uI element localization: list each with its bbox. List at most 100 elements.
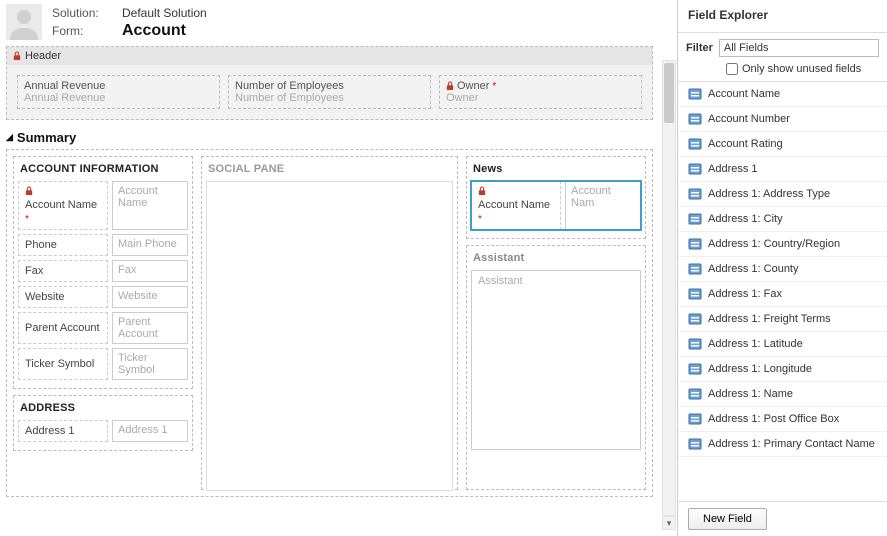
field-name: Account Name — [708, 88, 780, 100]
field-input[interactable]: Fax — [112, 260, 188, 282]
field-list-item[interactable]: Address 1: City — [678, 207, 887, 232]
field-icon — [688, 312, 702, 326]
scrollbar-track[interactable] — [662, 60, 676, 516]
field-label: Fax — [18, 260, 108, 282]
solution-label: Solution: — [52, 4, 112, 22]
field-input[interactable]: Address 1 — [112, 420, 188, 442]
field-list-item[interactable]: Address 1: Longitude — [678, 357, 887, 382]
field-name: Address 1: Country/Region — [708, 238, 840, 250]
header-field[interactable]: Owner*Owner — [439, 75, 642, 109]
field-list-item[interactable]: Address 1: Name — [678, 382, 887, 407]
field-list-item[interactable]: Address 1: Address Type — [678, 182, 887, 207]
lock-icon — [446, 81, 454, 91]
header-title-text: Header — [25, 50, 61, 62]
social-pane-control[interactable] — [206, 181, 453, 491]
field-cell[interactable]: Account Name*Account Name — [18, 181, 188, 230]
field-list-item[interactable]: Address 1: Primary Contact Name — [678, 432, 887, 457]
field-icon — [688, 387, 702, 401]
lock-icon — [478, 186, 486, 196]
field-list-item[interactable]: Address 1: Freight Terms — [678, 307, 887, 332]
field-input[interactable]: Website — [112, 286, 188, 308]
field-label: Website — [18, 286, 108, 308]
section-title: News — [473, 163, 639, 175]
section-news[interactable]: News Account Name* Account Nam — [466, 156, 646, 239]
field-name: Address 1 — [708, 163, 758, 175]
tab-col-3: News Account Name* Account Nam Assistant… — [466, 156, 646, 490]
unused-fields-checkbox[interactable] — [726, 63, 738, 75]
field-label: Owner* — [446, 80, 635, 92]
field-icon — [688, 187, 702, 201]
tab-summary-title[interactable]: ◢ Summary — [6, 130, 653, 145]
field-cell-selected[interactable]: Account Name* Account Nam — [471, 181, 641, 230]
solution-name: Default Solution — [122, 4, 207, 22]
field-icon — [688, 212, 702, 226]
field-icon — [688, 87, 702, 101]
field-list-item[interactable]: Address 1: Post Office Box — [678, 407, 887, 432]
field-label: Annual Revenue — [24, 80, 213, 92]
unused-fields-checkbox-row: Only show unused fields — [678, 61, 887, 82]
scrollbar-down-button[interactable]: ▾ — [662, 516, 676, 530]
field-name: Address 1: Name — [708, 388, 793, 400]
field-input[interactable]: Parent Account — [112, 312, 188, 344]
required-star: * — [492, 81, 496, 92]
field-cell[interactable]: Address 1Address 1 — [18, 420, 188, 442]
field-name: Address 1: County — [708, 263, 799, 275]
field-input[interactable]: Ticker Symbol — [112, 348, 188, 380]
assistant-control[interactable]: Assistant — [471, 270, 641, 450]
form-name: Account — [122, 22, 186, 40]
field-list[interactable]: Account Name Account Number Account Rating… — [678, 82, 887, 501]
filter-row: Filter All Fields — [678, 33, 887, 61]
field-name: Address 1: Longitude — [708, 363, 812, 375]
entity-avatar — [6, 4, 42, 40]
field-input[interactable]: Account Name — [112, 181, 188, 230]
field-cell[interactable]: PhoneMain Phone — [18, 234, 188, 256]
tab-col-2: SOCIAL PANE — [201, 156, 458, 490]
scrollbar-thumb[interactable] — [664, 63, 674, 123]
required-star: * — [478, 214, 482, 225]
section-title: ADDRESS — [20, 402, 186, 414]
new-field-button[interactable]: New Field — [688, 508, 767, 530]
form-canvas[interactable]: Header Annual RevenueAnnual RevenueNumbe… — [6, 46, 653, 497]
field-name: Account Rating — [708, 138, 783, 150]
field-cell[interactable]: Ticker SymbolTicker Symbol — [18, 348, 188, 380]
header-field[interactable]: Number of EmployeesNumber of Employees — [228, 75, 431, 109]
field-placeholder: Number of Employees — [235, 92, 424, 104]
field-cell[interactable]: WebsiteWebsite — [18, 286, 188, 308]
solution-header: Solution: Default Solution Form: Account — [6, 4, 671, 40]
form-header-block[interactable]: Header Annual RevenueAnnual RevenueNumbe… — [6, 46, 653, 120]
field-list-item[interactable]: Address 1: County — [678, 257, 887, 282]
tab-summary-body[interactable]: ACCOUNT INFORMATION Account Name*Account… — [6, 149, 653, 497]
header-info: Solution: Default Solution Form: Account — [52, 4, 207, 40]
field-list-item[interactable]: Address 1: Fax — [678, 282, 887, 307]
section-account-information[interactable]: ACCOUNT INFORMATION Account Name*Account… — [13, 156, 193, 389]
tab-col-1: ACCOUNT INFORMATION Account Name*Account… — [13, 156, 193, 490]
header-block-title: Header — [7, 47, 652, 65]
field-input[interactable]: Account Nam — [565, 181, 641, 230]
field-icon — [688, 162, 702, 176]
filter-select[interactable]: All Fields — [719, 39, 879, 57]
field-list-item[interactable]: Address 1 — [678, 157, 887, 182]
lock-icon — [25, 186, 33, 196]
vertical-scrollbar[interactable]: ▾ — [661, 60, 677, 530]
field-label: Phone — [18, 234, 108, 256]
section-title: ACCOUNT INFORMATION — [20, 163, 186, 175]
field-label: Account Name* — [18, 181, 108, 230]
field-name: Address 1: Freight Terms — [708, 313, 831, 325]
field-cell[interactable]: FaxFax — [18, 260, 188, 282]
section-social-pane[interactable]: SOCIAL PANE — [201, 156, 458, 490]
field-list-item[interactable]: Address 1: Latitude — [678, 332, 887, 357]
field-name: Address 1: Fax — [708, 288, 782, 300]
section-assistant[interactable]: Assistant Assistant — [466, 245, 646, 490]
field-list-item[interactable]: Account Rating — [678, 132, 887, 157]
section-address[interactable]: ADDRESS Address 1Address 1 — [13, 395, 193, 451]
field-input[interactable]: Main Phone — [112, 234, 188, 256]
field-icon — [688, 412, 702, 426]
field-list-item[interactable]: Address 1: Country/Region — [678, 232, 887, 257]
header-field[interactable]: Annual RevenueAnnual Revenue — [17, 75, 220, 109]
field-explorer-panel: Field Explorer Filter All Fields Only sh… — [677, 0, 887, 536]
section-title: SOCIAL PANE — [208, 163, 451, 175]
field-list-item[interactable]: Account Name — [678, 82, 887, 107]
field-list-item[interactable]: Account Number — [678, 107, 887, 132]
field-icon — [688, 437, 702, 451]
field-cell[interactable]: Parent AccountParent Account — [18, 312, 188, 344]
